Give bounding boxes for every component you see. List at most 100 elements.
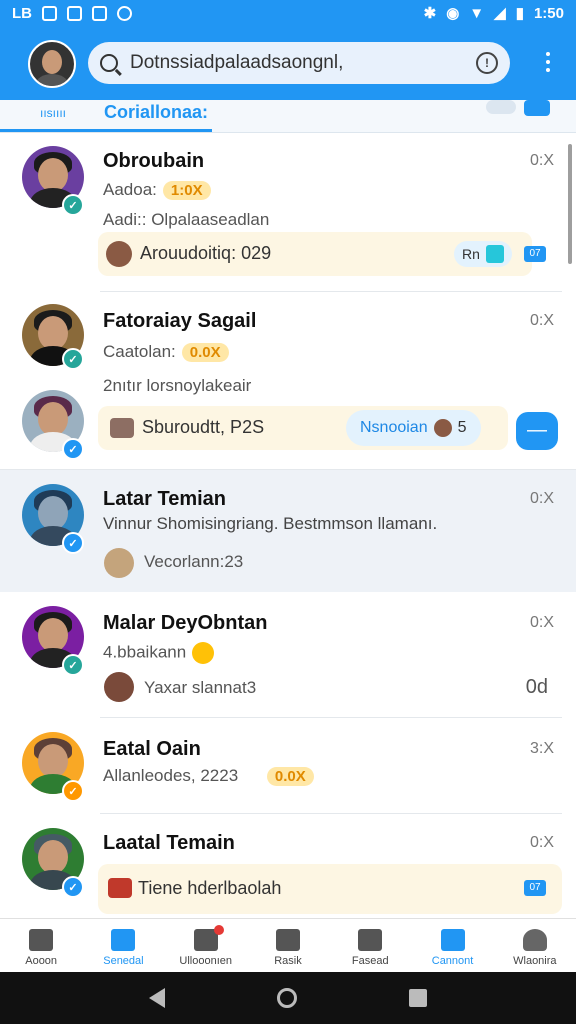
attachment-text: Tiene hderlbaolah: [138, 878, 282, 898]
verified-icon: ✓: [62, 348, 84, 370]
location-icon: ◉: [446, 5, 460, 22]
participant-avatar: [104, 672, 134, 702]
info-icon[interactable]: !: [476, 52, 498, 74]
app-bar: Dotnssiadpalaadsaongnl, !: [0, 26, 576, 100]
attachment-card[interactable]: Sburoudtt, P2S Nsnooian 5: [98, 406, 508, 450]
tab-small-label[interactable]: ıısıııı: [40, 106, 66, 120]
contact-name: Obroubain: [103, 150, 205, 172]
message-preview: 2nıtır lorsnoylakeair: [103, 376, 252, 395]
attachment-card[interactable]: Arouudoitiq: 029 Rn 07: [98, 232, 546, 276]
notification-icon: [42, 5, 57, 21]
bottom-navigation: Aooon Senedal Ullooonıen Rasik Fasead Ca…: [0, 918, 576, 973]
camera-icon: [358, 929, 383, 951]
message-preview: Allanleodes, 2223 0.0X: [103, 766, 314, 786]
chest-icon: [110, 418, 134, 438]
contact-name: Eatal Oain: [103, 738, 201, 760]
wifi-icon: ▼: [469, 4, 485, 22]
search-icon: [100, 54, 118, 72]
timestamp: 0:X: [529, 312, 554, 329]
profile-icon: [522, 929, 547, 951]
recents-icon[interactable]: [409, 989, 427, 1007]
filter-chip[interactable]: [486, 100, 516, 114]
emoji-icon: [192, 642, 215, 664]
count-tag: 07: [524, 246, 546, 262]
nav-briefcase[interactable]: Rasik: [247, 919, 329, 973]
nav-mail[interactable]: Senedal: [82, 919, 164, 973]
verified-icon: ✓: [62, 194, 84, 216]
edit-icon: [92, 5, 107, 21]
bluetooth-icon: ✱: [423, 5, 437, 22]
nav-folder[interactable]: Cannont: [411, 919, 493, 973]
message-line: Caatolan: 0.0X: [103, 342, 229, 362]
status-tag: 0d: [525, 676, 548, 698]
twitter-icon: [485, 245, 504, 263]
timestamp: 0:X: [529, 152, 554, 169]
search-input[interactable]: Dotnssiadpalaadsaongnl,: [130, 52, 476, 74]
participant-avatar: [104, 548, 134, 578]
timestamp: 3:X: [529, 740, 554, 757]
unread-dot: [213, 925, 224, 935]
reaction-chip[interactable]: Rn: [454, 241, 512, 267]
list-item[interactable]: ✓ Latar Temian 0:X Vinnur Shomisingriang…: [0, 470, 576, 592]
timestamp: 0:X: [529, 834, 554, 851]
message-preview: 4.bbaikann: [103, 642, 215, 664]
folder-icon: [440, 929, 465, 951]
nav-home[interactable]: Aooon: [0, 919, 82, 973]
contact-name: Malar DeyObntan: [103, 612, 268, 634]
attachment-text: Arouudoitiq: 029: [140, 243, 272, 263]
mail-icon: [111, 929, 136, 951]
list-item[interactable]: ✓ Obroubain 0:X Aadoa: 1:0X Aadi:: Olpala…: [0, 132, 576, 292]
verified-icon: ✓: [62, 654, 84, 676]
list-item[interactable]: ✓ Malar DeyObntan 0:X 4.bbaikann Yaxar s…: [0, 592, 576, 718]
back-icon[interactable]: [149, 988, 165, 1008]
status-bar: LB ✱ ◉ ▼ ◢ ▮ 1:50: [0, 0, 576, 26]
more-options-icon[interactable]: [546, 52, 550, 76]
list-item[interactable]: ✓ Laatal Temain 0:X Tiene hderlbaolah 07: [0, 814, 576, 918]
nav-profile[interactable]: Wlaonira: [494, 919, 576, 973]
contact-name: Laatal Temain: [103, 832, 235, 854]
home-icon: [29, 929, 54, 951]
verified-icon: ✓: [62, 532, 84, 554]
message-preview: Vinnur Shomisingriang. Bestmmson llamanı…: [103, 514, 438, 533]
filter-tag[interactable]: [524, 100, 550, 116]
image-icon: [67, 5, 82, 21]
tab-active[interactable]: Coriallonaa:: [104, 102, 208, 123]
briefcase-icon: [275, 929, 300, 951]
action-button[interactable]: —: [516, 412, 558, 450]
attachment-avatar: [106, 241, 132, 267]
message-meta: Yaxar slannat3: [144, 678, 257, 697]
attachment-text: Sburoudtt, P2S: [142, 417, 265, 437]
signal-icon: ◢: [494, 5, 506, 22]
contact-name: Fatoraiay Sagail: [103, 310, 257, 332]
verified-icon: ✓: [62, 876, 84, 898]
count-tag: 07: [524, 880, 546, 896]
battery-icon: ▮: [515, 5, 524, 22]
list-item[interactable]: ✓ Eatal Oain 3:X Allanleodes, 2223 0.0X: [0, 718, 576, 814]
tab-strip: ıısıııı Coriallonaa:: [0, 100, 576, 133]
attachment-card[interactable]: Tiene hderlbaolah 07: [98, 864, 562, 914]
chip-avatar: [433, 419, 452, 437]
nav-notifications[interactable]: Ullooonıen: [165, 919, 247, 973]
reaction-chip[interactable]: Nsnooian 5: [346, 410, 481, 446]
message-meta: Vecorlann:23: [144, 552, 244, 571]
highlight-badge: 1:0X: [162, 181, 211, 200]
timestamp: 0:X: [529, 490, 554, 507]
status-time: 1:50: [533, 4, 564, 22]
notification-icon: [193, 925, 224, 951]
nav-camera[interactable]: Fasead: [329, 919, 411, 973]
timestamp: 0:X: [529, 614, 554, 631]
verified-icon: ✓: [62, 438, 84, 460]
contact-name: Latar Temian: [103, 488, 226, 510]
status-left-text: LB: [12, 4, 32, 22]
circle-icon: [117, 5, 132, 21]
profile-avatar[interactable]: [28, 40, 76, 88]
message-preview: Aadi:: Olpalaaseadlan: [103, 210, 270, 229]
system-navigation: [0, 972, 576, 1024]
list-item[interactable]: ✓ Fatoraiay Sagail 0:X Caatolan: 0.0X 2nı…: [0, 292, 576, 470]
home-button-icon[interactable]: [277, 988, 297, 1008]
chest-icon: [108, 878, 132, 898]
search-bar[interactable]: Dotnssiadpalaadsaongnl, !: [88, 42, 510, 84]
highlight-badge: 0.0X: [181, 343, 229, 362]
verified-icon: ✓: [62, 780, 84, 802]
message-line: Aadoa: 1:0X: [103, 180, 211, 200]
